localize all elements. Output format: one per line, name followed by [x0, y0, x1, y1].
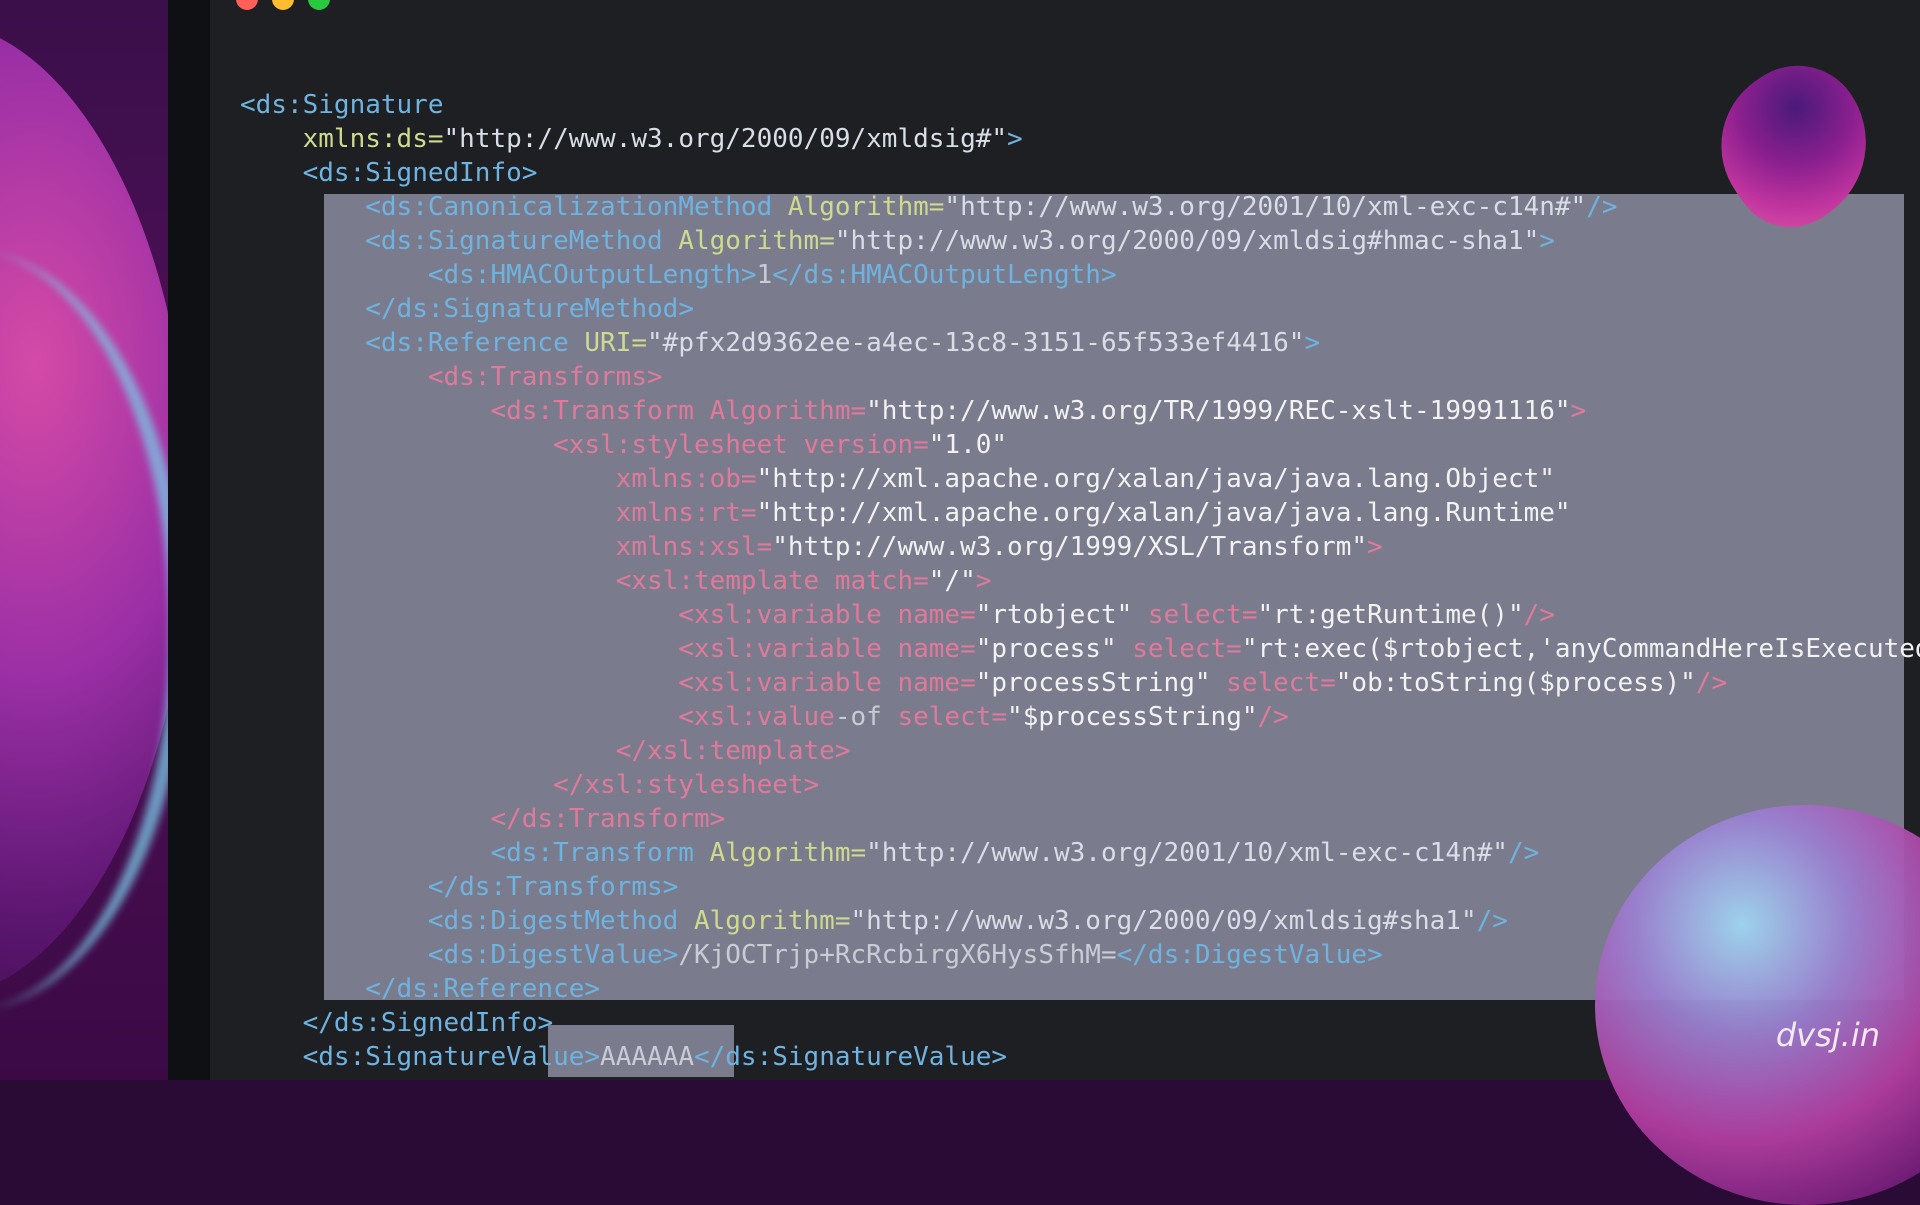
code-line: xmlns:xsl="http://www.w3.org/1999/XSL/Tr… — [600, 532, 1383, 562]
code-line: <ds:Transform Algorithm="http://www.w3.o… — [490, 838, 1540, 868]
code-line: xmlns:ob="http://xml.apache.org/xalan/ja… — [600, 464, 1555, 494]
code-line: <ds:SignatureMethod Algorithm="http://ww… — [365, 226, 1555, 256]
code-line: <ds:Reference URI="#pfx2d9362ee-a4ec-13c… — [365, 328, 1321, 358]
code-line: <xsl:value-of select="$processString"/> — [678, 702, 1289, 732]
code-line: <ds:Signature — [240, 90, 444, 120]
code-line: </xsl:template> — [615, 736, 851, 766]
code-line: <xsl:variable name="processString" selec… — [678, 668, 1728, 698]
code-line: <xsl:variable name="process" select="rt:… — [678, 634, 1920, 664]
code-line: <xsl:variable name="rtobject" select="rt… — [678, 600, 1555, 630]
watermark-text: dvsj.in — [1775, 1016, 1880, 1054]
code-line: </ds:Transform> — [490, 804, 726, 834]
code-line: <ds:Transform Algorithm="http://www.w3.o… — [490, 396, 1587, 426]
code-line: </ds:SignatureMethod> — [365, 294, 694, 324]
code-line: </xsl:stylesheet> — [553, 770, 820, 800]
code-line: xmlns:rt="http://xml.apache.org/xalan/ja… — [600, 498, 1571, 528]
code-line: xmlns:ds="http://www.w3.org/2000/09/xmld… — [286, 124, 1023, 154]
code-line: <xsl:stylesheet version="1.0" — [553, 430, 1008, 460]
code-line: <ds:SignedInfo> — [302, 158, 538, 188]
code-line: <ds:Transforms> — [427, 362, 663, 392]
code-line: <xsl:template match="/"> — [615, 566, 992, 596]
code-line: <ds:HMACOutputLength>1</ds:HMACOutputLen… — [427, 260, 1117, 290]
code-line: <ds:CanonicalizationMethod Algorithm="ht… — [365, 192, 1618, 222]
